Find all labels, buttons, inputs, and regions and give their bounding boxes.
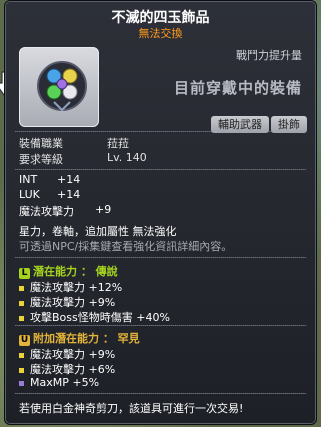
additional-potential-line: 魔法攻擊力 +6% xyxy=(19,361,115,377)
stat-name: LUK xyxy=(19,188,40,201)
potential-line: 魔法攻擊力 +12% xyxy=(19,279,122,295)
item-tooltip: 不滅的四玉飾品 無法交換 戰鬥力提升量 目前穿戴中的裝備 裝備職業 菈菈 要求等… xyxy=(4,0,317,425)
trade-status: 無法交換 xyxy=(138,27,183,40)
divider xyxy=(15,325,306,326)
stat-value: +14 xyxy=(57,188,81,201)
tag-secondary-weapon: 輔助武器 xyxy=(211,116,269,133)
divider xyxy=(15,257,306,258)
level-value: Lv. 140 xyxy=(107,151,147,164)
potential-line: 魔法攻擊力 +9% xyxy=(19,294,115,310)
job-value: 菈菈 xyxy=(107,137,129,150)
stat-name: INT xyxy=(19,173,38,186)
tag-pendant: 掛飾 xyxy=(271,116,307,133)
additional-potential-line: 魔法攻擊力 +9% xyxy=(19,346,115,362)
bullet-icon xyxy=(19,315,24,321)
stat-name: 魔法攻擊力 xyxy=(19,205,74,218)
additional-potential-line: MaxMP +5% xyxy=(19,376,99,389)
legendary-badge-icon: L xyxy=(19,268,30,279)
level-label: 要求等級 xyxy=(19,153,63,166)
stat-value: +14 xyxy=(57,173,81,186)
footer-note: 若使用白金神奇剪刀，該道具可進行一次交易! xyxy=(19,402,244,415)
additional-potential-header: U 附加潛在能力 ： 罕見 xyxy=(19,330,140,346)
item-name: 不滅的四玉飾品 xyxy=(111,10,210,26)
enhance-restriction: 星力，卷軸，追加屬性 無法強化 xyxy=(19,225,177,238)
bullet-icon xyxy=(19,285,24,291)
additional-potential-label: 附加潛在能力 ： 罕見 xyxy=(33,332,140,345)
bullet-icon xyxy=(19,352,24,358)
power-increase-label: 戰鬥力提升量 xyxy=(236,49,302,62)
stat-value: +9 xyxy=(95,203,112,216)
job-label: 裝備職業 xyxy=(19,137,63,150)
enhance-info-hint: 可透過NPC/採集鍵查看強化資訊詳細內容。 xyxy=(19,240,233,253)
divider xyxy=(15,393,306,394)
divider xyxy=(15,169,306,170)
potential-label: 潛在能力 ： 傳說 xyxy=(33,265,118,278)
unique-badge-icon: U xyxy=(19,335,30,346)
item-icon-frame xyxy=(19,47,99,127)
four-gem-accessory-icon xyxy=(37,61,87,112)
potential-header: L 潛在能力 ： 傳說 xyxy=(19,263,118,279)
currently-equipped-text: 目前穿戴中的裝備 xyxy=(173,79,302,97)
bullet-icon xyxy=(19,300,24,306)
bullet-icon xyxy=(19,367,24,373)
potential-line: 攻擊Boss怪物時傷害 +40% xyxy=(19,309,170,325)
bullet-icon xyxy=(19,380,24,386)
